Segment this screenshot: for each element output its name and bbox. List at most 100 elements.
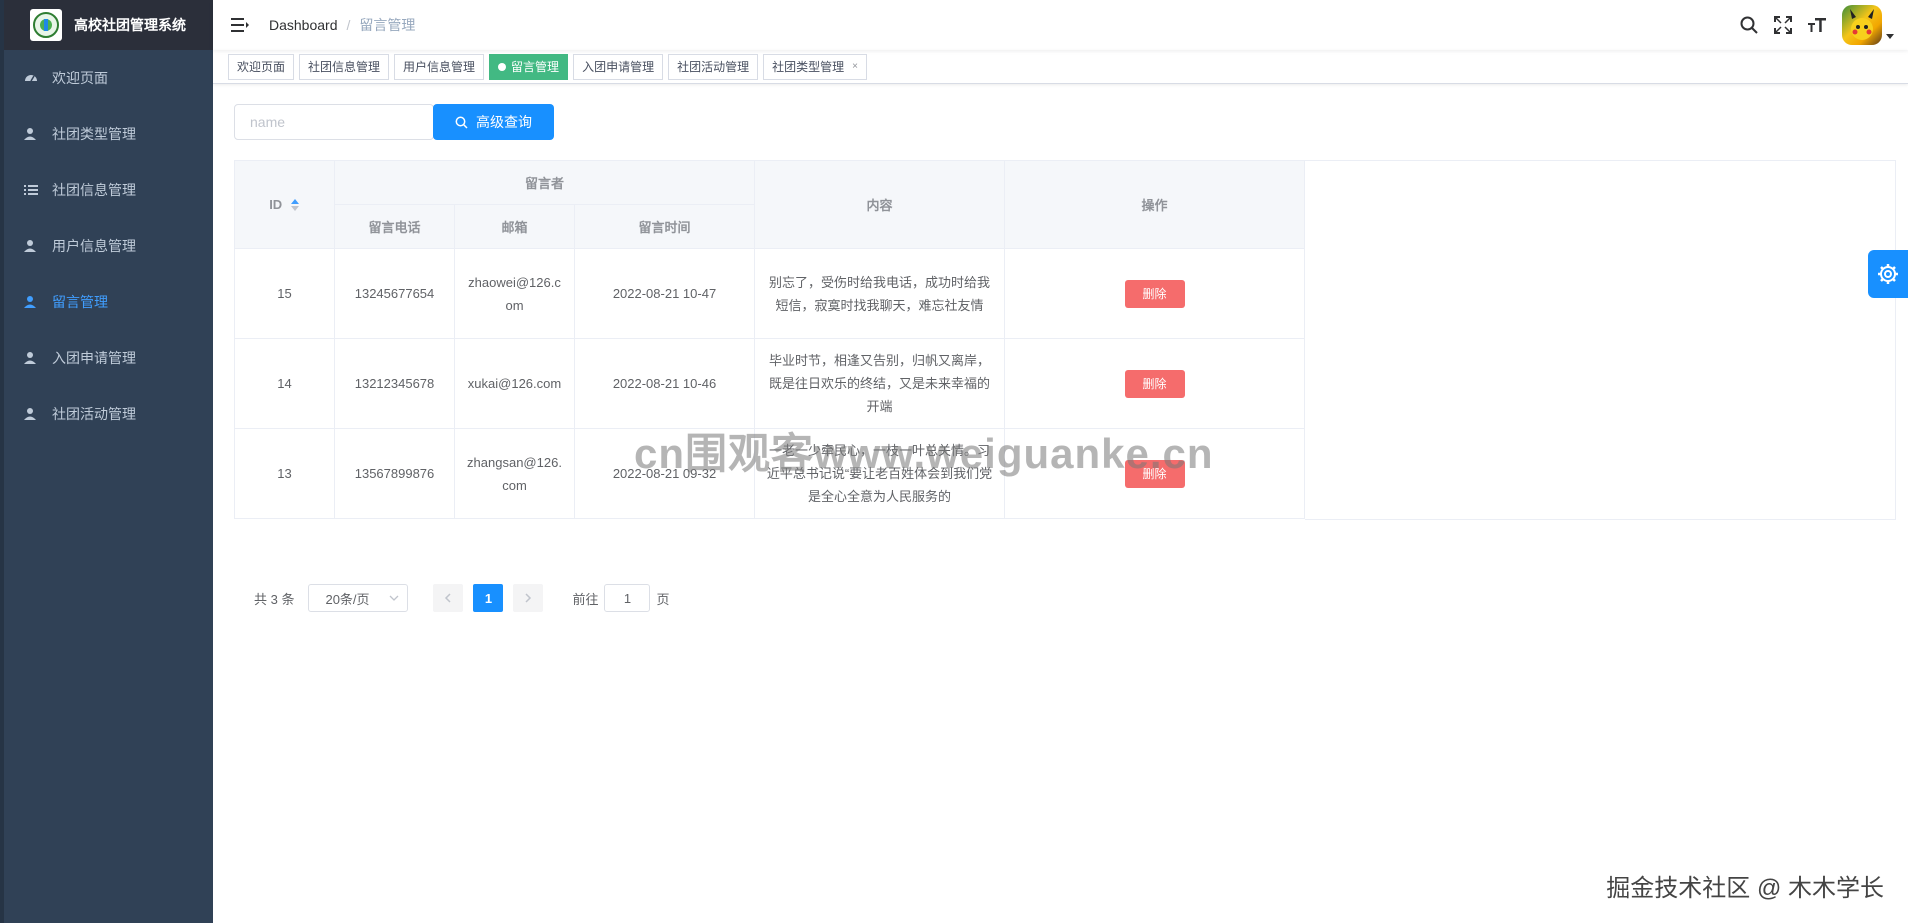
app-logo [30, 9, 62, 41]
tag-label: 社团类型管理 [772, 59, 845, 74]
column-group-header: 留言者 [334, 160, 755, 205]
main-content: 高级查询 ID 留言者 内容 操作 留言电话 邮箱 留言时间 [213, 84, 1908, 923]
hamburger-icon[interactable] [231, 17, 249, 33]
chevron-left-icon [445, 593, 451, 603]
tag-user-info[interactable]: 用户信息管理 [394, 53, 485, 80]
user-icon [24, 408, 36, 420]
cell-actions: 删除 [1004, 338, 1305, 429]
delete-button[interactable]: 删除 [1124, 369, 1185, 398]
button-label: 高级查询 [476, 114, 532, 130]
prev-page-button[interactable] [433, 584, 464, 612]
settings-button[interactable] [1868, 250, 1908, 298]
right-menu [1732, 0, 1894, 50]
tag-welcome[interactable]: 欢迎页面 [228, 53, 295, 80]
column-header-email: 邮箱 [454, 204, 575, 249]
cell-email: xukai@126.com [454, 338, 575, 429]
tags-view: 欢迎页面 社团信息管理 用户信息管理 留言管理 入团申请管理 社团活动管理 社团… [213, 50, 1908, 84]
tag-label: 入团申请管理 [582, 59, 655, 74]
sidebar-item-label: 社团类型管理 [52, 126, 136, 142]
footer-watermark: 掘金技术社区 @ 木木学长 [1606, 875, 1884, 902]
sidebar-item-user-info[interactable]: 用户信息管理 [4, 218, 213, 274]
cell-phone: 13245677654 [334, 248, 455, 339]
pagination: 共 3 条 20条/页 1 前往 1 页 [254, 584, 670, 612]
tag-label: 用户信息管理 [403, 59, 476, 74]
column-header-phone: 留言电话 [334, 204, 455, 249]
goto-suffix: 页 [656, 591, 670, 607]
tag-label: 社团信息管理 [308, 59, 381, 74]
close-icon[interactable]: × [852, 54, 858, 80]
cell-id: 14 [234, 338, 335, 429]
fullscreen-icon[interactable] [1766, 16, 1800, 34]
sidebar-item-label: 社团信息管理 [52, 182, 136, 198]
sidebar-item-label: 入团申请管理 [52, 350, 136, 366]
cell-time: 2022-08-21 10-47 [574, 248, 755, 339]
page-number-button[interactable]: 1 [473, 584, 504, 612]
user-icon [24, 296, 36, 308]
sidebar-item-applications[interactable]: 入团申请管理 [4, 330, 213, 386]
sidebar-item-club-type[interactable]: 社团类型管理 [4, 106, 213, 162]
breadcrumb-separator: / [346, 17, 351, 33]
watermark: cn围观客www.weiguanke.cn [634, 430, 1214, 477]
sidebar-item-welcome[interactable]: 欢迎页面 [4, 50, 213, 106]
page-jumper: 前往 1 页 [572, 584, 670, 612]
navbar: Dashboard / 留言管理 [213, 0, 1908, 50]
advanced-search-button[interactable]: 高级查询 [433, 104, 554, 140]
cell-phone: 13212345678 [334, 338, 455, 429]
column-header-id[interactable]: ID [234, 160, 335, 249]
sort-icon[interactable] [290, 198, 300, 212]
caret-down-icon[interactable] [1886, 34, 1894, 40]
search-input[interactable] [234, 104, 434, 140]
sidebar-item-activities[interactable]: 社团活动管理 [4, 386, 213, 442]
tag-activities[interactable]: 社团活动管理 [668, 53, 759, 80]
delete-button[interactable]: 删除 [1124, 279, 1185, 308]
cell-time: 2022-08-21 10-46 [574, 338, 755, 429]
cell-email: zhaowei@126.com [454, 248, 575, 339]
dashboard-icon [25, 75, 37, 82]
cell-id: 15 [234, 248, 335, 339]
column-header-actions: 操作 [1004, 160, 1305, 249]
column-header-time: 留言时间 [574, 204, 755, 249]
gear-icon [1878, 264, 1898, 284]
tag-messages[interactable]: 留言管理 [489, 53, 569, 80]
search-row: 高级查询 [234, 104, 554, 140]
pagination-total: 共 3 条 [254, 591, 295, 607]
active-dot [498, 62, 507, 71]
cell-phone: 13567899876 [334, 428, 455, 519]
table-empty-area [1305, 160, 1896, 520]
table-row: 14 13212345678 xukai@126.com 2022-08-21 … [234, 338, 1305, 429]
font-size-icon[interactable] [1800, 16, 1834, 34]
sidebar-item-label: 欢迎页面 [52, 70, 108, 86]
tag-club-type[interactable]: 社团类型管理 × [763, 53, 867, 80]
chevron-down-icon [390, 595, 399, 601]
cell-content: 别忘了，受伤时给我电话，成功时给我短信，寂寞时找我聊天，难忘社友情 [754, 248, 1005, 339]
tag-club-info[interactable]: 社团信息管理 [299, 53, 390, 80]
table-row: 15 13245677654 zhaowei@126.com 2022-08-2… [234, 248, 1305, 339]
sidebar-item-club-info[interactable]: 社团信息管理 [4, 162, 213, 218]
cell-actions: 删除 [1004, 248, 1305, 339]
breadcrumb-root[interactable]: Dashboard [269, 17, 338, 33]
breadcrumb-current: 留言管理 [359, 17, 416, 33]
sidebar-item-label: 用户信息管理 [52, 238, 136, 254]
tag-label: 社团活动管理 [677, 59, 750, 74]
cell-email: zhangsan@126.com [454, 428, 575, 519]
list-icon [24, 185, 38, 195]
tag-applications[interactable]: 入团申请管理 [573, 53, 664, 80]
user-icon [24, 240, 36, 252]
sidebar-item-messages[interactable]: 留言管理 [4, 274, 213, 330]
cell-id: 13 [234, 428, 335, 519]
avatar[interactable] [1842, 5, 1882, 45]
app-title: 高校社团管理系统 [74, 17, 186, 33]
column-header-content: 内容 [754, 160, 1005, 249]
user-icon [24, 128, 36, 140]
chevron-right-icon [525, 593, 532, 603]
next-page-button[interactable] [513, 584, 544, 612]
tag-label: 欢迎页面 [237, 59, 286, 74]
sidebar: 高校社团管理系统 欢迎页面 社团类型管理 社团信息管理 用户信息管理 留言管理 … [0, 0, 213, 923]
search-icon [455, 116, 468, 129]
goto-page-input[interactable]: 1 [604, 584, 651, 612]
page-size-select[interactable]: 20条/页 [308, 584, 409, 612]
goto-prefix: 前往 [572, 591, 599, 607]
search-icon[interactable] [1732, 16, 1766, 34]
sidebar-item-label: 留言管理 [52, 294, 108, 310]
tag-label: 留言管理 [511, 59, 560, 74]
